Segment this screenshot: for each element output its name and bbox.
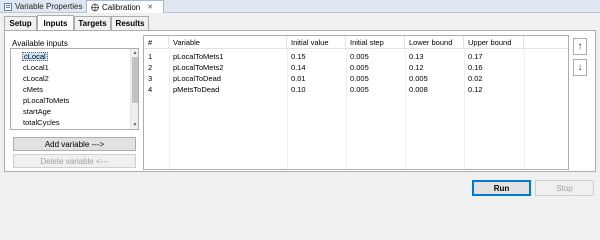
table-cell[interactable]: pMetsToDead: [169, 84, 287, 95]
table-header: # Variable Initial value Initial step Lo…: [144, 36, 568, 49]
table-cell[interactable]: 0.10: [287, 84, 346, 95]
move-up-button[interactable]: ↑: [573, 38, 587, 55]
list-item[interactable]: cLocal: [22, 52, 48, 61]
table-cell[interactable]: pLocalToMets2: [169, 62, 287, 73]
column-header[interactable]: Lower bound: [405, 36, 464, 49]
table-cell[interactable]: 0.13: [405, 51, 464, 62]
tab-inputs[interactable]: Inputs: [37, 15, 74, 30]
arrow-down-icon: ↓: [577, 62, 583, 73]
arrow-up-icon: ↑: [577, 41, 583, 52]
tab-setup[interactable]: Setup: [4, 16, 37, 30]
table-cell: 1: [148, 52, 153, 61]
column-header[interactable]: Variable: [169, 36, 287, 49]
table-cell[interactable]: 0.005: [346, 84, 405, 95]
view-tab-label: Variable Properties: [15, 2, 83, 11]
table-cell: 4: [148, 85, 153, 94]
table-cell[interactable]: 0.12: [405, 62, 464, 73]
available-inputs-list[interactable]: cLocal cLocal1 cLocal2 cMets pLocalToMet…: [10, 48, 139, 130]
available-inputs-label: Available inputs: [12, 39, 68, 48]
table-cell[interactable]: 0.02: [464, 73, 524, 84]
run-button[interactable]: Run: [472, 180, 531, 196]
table-cell[interactable]: 0.15: [287, 51, 346, 62]
column-header[interactable]: #: [144, 36, 169, 49]
table-cell[interactable]: 0.12: [464, 84, 524, 95]
view-tab-calibration[interactable]: Calibration ✕: [86, 0, 164, 13]
column-header[interactable]: Upper bound: [464, 36, 524, 49]
column-header-blank: [524, 36, 568, 49]
scroll-up-arrow-icon[interactable]: ▲: [131, 49, 138, 57]
list-item[interactable]: cLocal1: [23, 63, 49, 72]
target-icon: [91, 3, 99, 11]
table-row[interactable]: 4 pMetsToDead 0.10 0.005 0.008 0.12: [144, 84, 568, 95]
scroll-down-arrow-icon[interactable]: ▼: [131, 121, 138, 129]
tab-results[interactable]: Results: [111, 16, 149, 30]
table-row[interactable]: 2 pLocalToMets2 0.14 0.005 0.12 0.16: [144, 62, 568, 73]
list-item[interactable]: pLocalToMets: [23, 96, 69, 105]
table-cell[interactable]: 0.14: [287, 62, 346, 73]
column-header[interactable]: Initial value: [287, 36, 346, 49]
stop-button[interactable]: Stop: [535, 180, 594, 196]
add-variable-button[interactable]: Add variable --->: [13, 137, 136, 151]
table-cell[interactable]: 0.01: [287, 73, 346, 84]
view-tab-variable-properties[interactable]: Variable Properties: [0, 0, 86, 13]
table-cell[interactable]: 0.16: [464, 62, 524, 73]
list-item[interactable]: startAge: [23, 107, 51, 116]
tab-targets[interactable]: Targets: [74, 16, 111, 30]
table-cell: 2: [148, 63, 153, 72]
view-tab-bar: Variable Properties Calibration ✕: [0, 0, 600, 13]
table-cell[interactable]: 0.005: [346, 62, 405, 73]
table-row[interactable]: 3 pLocalToDead 0.01 0.005 0.005 0.02: [144, 73, 568, 84]
table-cell[interactable]: pLocalToMets1: [169, 51, 287, 62]
list-scrollbar[interactable]: ▲ ▼: [130, 49, 138, 129]
variables-table[interactable]: # Variable Initial value Initial step Lo…: [143, 35, 569, 170]
list-item[interactable]: cLocal2: [23, 74, 49, 83]
move-down-button[interactable]: ↓: [573, 59, 587, 76]
table-cell[interactable]: 0.005: [346, 51, 405, 62]
delete-variable-button[interactable]: Delete variable <---: [13, 154, 136, 168]
table-cell[interactable]: 0.17: [464, 51, 524, 62]
list-item[interactable]: cMets: [23, 85, 43, 94]
scroll-thumb[interactable]: [132, 57, 138, 103]
view-tab-label: Calibration: [102, 2, 141, 12]
table-cell[interactable]: 0.005: [405, 73, 464, 84]
list-item[interactable]: totalCycles: [23, 118, 60, 127]
table-row[interactable]: 1 pLocalToMets1 0.15 0.005 0.13 0.17: [144, 51, 568, 62]
properties-icon: [4, 2, 12, 11]
table-cell[interactable]: 0.008: [405, 84, 464, 95]
table-cell[interactable]: 0.005: [346, 73, 405, 84]
table-cell[interactable]: pLocalToDead: [169, 73, 287, 84]
column-header[interactable]: Initial step: [346, 36, 405, 49]
table-cell: 3: [148, 74, 153, 83]
close-icon[interactable]: ✕: [147, 3, 153, 11]
